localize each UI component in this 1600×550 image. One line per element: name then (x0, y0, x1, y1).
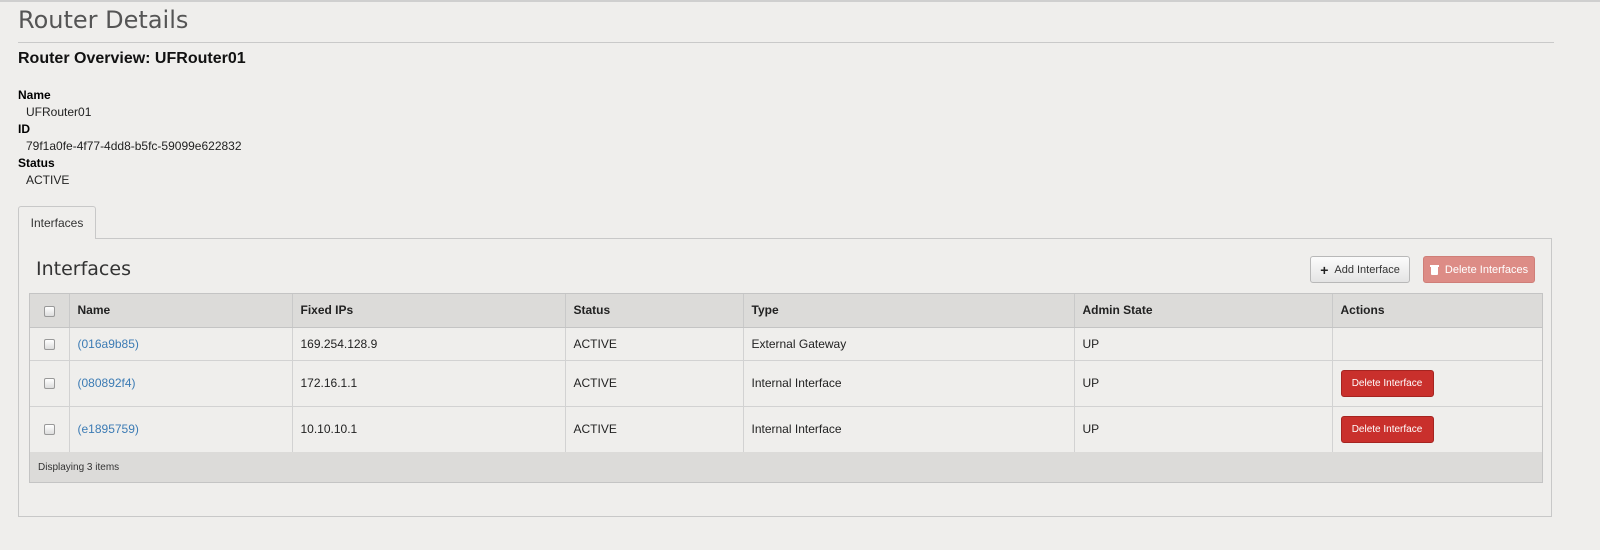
select-all-cell (30, 294, 70, 328)
column-header-status[interactable]: Status (565, 294, 744, 328)
page-header: Router Details (18, 4, 1554, 43)
column-header-name[interactable]: Name (69, 294, 293, 328)
trash-icon (1429, 264, 1439, 275)
status-cell: ACTIVE (565, 406, 744, 453)
fixed-ips-cell: 169.254.128.9 (292, 327, 566, 361)
interfaces-table: Name Fixed IPs Status Type Admin State A… (29, 293, 1543, 483)
interface-name-cell: (080892f4) (69, 360, 293, 407)
type-cell: Internal Interface (743, 406, 1075, 453)
field-value-id: 79f1a0fe-4f77-4dd8-b5fc-59099e622832 (26, 139, 242, 153)
table-footer: Displaying 3 items (30, 452, 1542, 482)
interface-name-cell: (016a9b85) (69, 327, 293, 361)
item-count: Displaying 3 items (38, 461, 120, 473)
delete-interfaces-button[interactable]: Delete Interfaces (1423, 256, 1535, 283)
fixed-ips-cell: 10.10.10.1 (292, 406, 566, 453)
delete-interface-button[interactable]: Delete Interface (1340, 415, 1434, 443)
add-interface-label: Add Interface (1334, 263, 1400, 276)
interface-link[interactable]: (080892f4) (78, 376, 136, 390)
tab-interfaces[interactable]: Interfaces (18, 206, 96, 239)
fixed-ips-cell: 172.16.1.1 (292, 360, 566, 407)
plus-icon: + (1320, 261, 1329, 278)
column-header-actions: Actions (1332, 294, 1542, 328)
delete-interfaces-label: Delete Interfaces (1444, 263, 1529, 276)
status-cell: ACTIVE (565, 327, 744, 361)
select-all-checkbox[interactable] (43, 305, 55, 317)
column-header-type[interactable]: Type (743, 294, 1075, 328)
type-cell: Internal Interface (743, 360, 1075, 407)
row-select-cell (30, 327, 70, 361)
table-header-row: Name Fixed IPs Status Type Admin State A… (30, 294, 1542, 328)
row-checkbox[interactable] (43, 338, 55, 350)
interface-name-cell: (e1895759) (69, 406, 293, 453)
add-interface-button[interactable]: + Add Interface (1310, 256, 1410, 283)
field-value-status: ACTIVE (26, 173, 70, 187)
top-border (0, 0, 1600, 2)
interfaces-title: Interfaces (36, 258, 131, 280)
delete-interface-button[interactable]: Delete Interface (1340, 369, 1434, 397)
row-checkbox[interactable] (43, 424, 55, 436)
interface-link[interactable]: (e1895759) (78, 422, 139, 436)
overview-title: Router Overview: UFRouter01 (18, 50, 246, 67)
field-label-name: Name (18, 88, 51, 102)
field-label-status: Status (18, 156, 55, 170)
actions-cell (1332, 327, 1542, 361)
admin-state-cell: UP (1074, 327, 1333, 361)
admin-state-cell: UP (1074, 360, 1333, 407)
interface-link[interactable]: (016a9b85) (78, 337, 139, 351)
interfaces-panel: Interfaces + Add Interface Delete Interf… (18, 238, 1552, 517)
status-cell: ACTIVE (565, 360, 744, 407)
router-details-list: Name UFRouter01 ID 79f1a0fe-4f77-4dd8-b5… (18, 87, 242, 189)
table-row: (080892f4) 172.16.1.1 ACTIVE Internal In… (30, 360, 1542, 407)
actions-cell: Delete Interface (1332, 406, 1542, 453)
table-row: (016a9b85) 169.254.128.9 ACTIVE External… (30, 327, 1542, 361)
field-value-name: UFRouter01 (26, 105, 92, 119)
table-row: (e1895759) 10.10.10.1 ACTIVE Internal In… (30, 406, 1542, 453)
type-cell: External Gateway (743, 327, 1075, 361)
column-header-fixed-ips[interactable]: Fixed IPs (292, 294, 566, 328)
row-checkbox[interactable] (43, 378, 55, 390)
row-select-cell (30, 360, 70, 407)
page-title: Router Details (18, 6, 189, 34)
row-select-cell (30, 406, 70, 453)
column-header-admin-state[interactable]: Admin State (1074, 294, 1333, 328)
actions-cell: Delete Interface (1332, 360, 1542, 407)
admin-state-cell: UP (1074, 406, 1333, 453)
field-label-id: ID (18, 122, 30, 136)
